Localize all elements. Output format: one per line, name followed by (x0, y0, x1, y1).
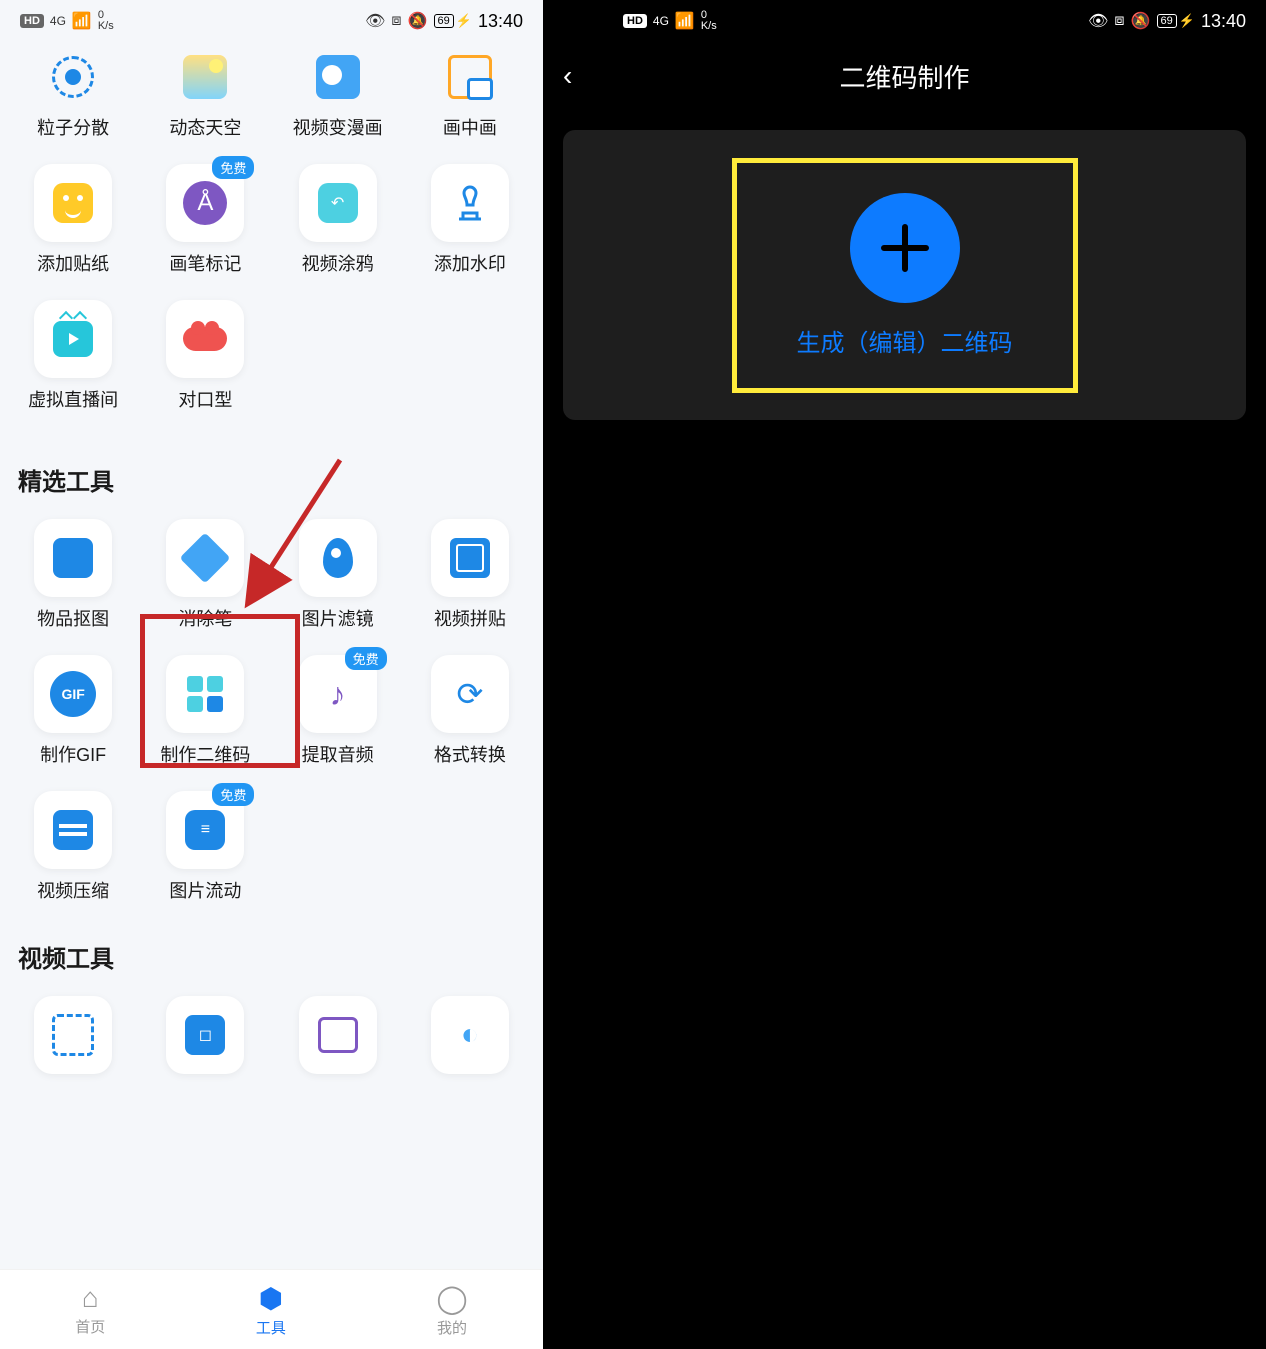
app-virtual-live[interactable]: 虚拟直播间 (14, 300, 132, 412)
clock: 13:40 (1201, 11, 1246, 32)
app-add-sticker[interactable]: 添加贴纸 (14, 164, 132, 276)
brush-icon: Å (183, 181, 227, 225)
live-icon (53, 321, 93, 357)
app-image-filter[interactable]: 图片滤镜 (279, 519, 397, 631)
eye-icon: 👁 (365, 11, 385, 31)
particle-icon (52, 56, 94, 98)
app-video-compress[interactable]: 视频压缩 (14, 791, 132, 903)
tools-row-2: 添加贴纸 Å 免费 画笔标记 ↶ 视频涂鸦 添加水印 (14, 164, 529, 276)
network-label: 4G (653, 14, 669, 28)
featured-row-1: 物品抠图 消除笔 图片滤镜 视频拼贴 (14, 519, 529, 631)
home-icon: ⌂ (82, 1282, 99, 1314)
collage-icon (450, 538, 490, 578)
left-phone-screen: HD 4G 📶 0K/s 👁 ⧈ 🔕 69⚡ 13:40 粒子分散 (0, 0, 543, 1349)
status-bar-right: HD 4G 📶 0K/s 👁 ⧈ 🔕 69⚡ 13:40 (543, 0, 1266, 42)
back-button[interactable]: ‹ (563, 60, 603, 92)
app-video-tool-1[interactable] (14, 996, 132, 1074)
battery-indicator: 69⚡ (434, 13, 472, 29)
sky-icon (183, 55, 227, 99)
eye-icon: 👁 (1088, 11, 1108, 31)
cutout-icon (53, 538, 93, 578)
nav-profile[interactable]: ◯ 我的 (436, 1282, 467, 1338)
app-video-collage[interactable]: 视频拼贴 (411, 519, 529, 631)
free-badge: 免费 (212, 156, 254, 179)
hd-badge: HD (623, 14, 647, 28)
convert-icon: ⟳ (450, 674, 490, 714)
tv-icon (318, 1017, 358, 1053)
lips-icon (183, 327, 227, 351)
app-object-cutout[interactable]: 物品抠图 (14, 519, 132, 631)
plus-circle-icon (850, 193, 960, 303)
speed-indicator: 0K/s (98, 10, 114, 32)
paint-icon: ◐ (452, 1015, 488, 1055)
page-header: ‹ 二维码制作 (543, 42, 1266, 110)
tools-icon: ⬢ (259, 1282, 283, 1315)
battery-indicator: 69⚡ (1157, 13, 1195, 29)
clock: 13:40 (478, 11, 523, 32)
app-image-flow[interactable]: ≡ 免费 图片流动 (146, 791, 264, 903)
app-format-convert[interactable]: ⟳ 格式转换 (411, 655, 529, 767)
bluetooth-icon: ⧈ (1114, 12, 1124, 30)
video-tools-row: ◻ ◐ (14, 996, 529, 1074)
network-label: 4G (50, 14, 66, 28)
free-badge: 免费 (212, 783, 254, 806)
mute-icon: 🔕 (1131, 11, 1151, 31)
app-video-to-comic[interactable]: 视频变漫画 (279, 48, 397, 140)
app-picture-in-picture[interactable]: 画中画 (411, 48, 529, 140)
create-qr-button[interactable]: 生成（编辑）二维码 (732, 158, 1078, 393)
qr-card: 生成（编辑）二维码 (563, 130, 1246, 420)
page-title: 二维码制作 (603, 58, 1206, 95)
right-phone-screen: HD 4G 📶 0K/s 👁 ⧈ 🔕 69⚡ 13:40 ‹ 二维码制作 (543, 0, 1266, 1349)
gif-icon: GIF (50, 671, 96, 717)
compress-icon (53, 810, 93, 850)
flow-icon: ≡ (185, 810, 225, 850)
status-bar-left: HD 4G 📶 0K/s 👁 ⧈ 🔕 69⚡ 13:40 (0, 0, 543, 42)
pip-icon (448, 55, 492, 99)
mute-icon: 🔕 (408, 11, 428, 31)
music-icon: ♪ (318, 674, 358, 714)
app-video-tool-4[interactable]: ◐ (411, 996, 529, 1074)
app-extract-audio[interactable]: ♪ 免费 提取音频 (279, 655, 397, 767)
crop-icon: ◻ (185, 1015, 225, 1055)
featured-row-3: 视频压缩 ≡ 免费 图片流动 (14, 791, 529, 903)
profile-icon: ◯ (436, 1282, 467, 1315)
doodle-icon: ↶ (318, 183, 358, 223)
section-title-video: 视频工具 (18, 939, 529, 974)
comic-icon (316, 55, 360, 99)
app-video-doodle[interactable]: ↶ 视频涂鸦 (279, 164, 397, 276)
nav-home[interactable]: ⌂ 首页 (75, 1282, 105, 1337)
qrcode-icon (187, 676, 223, 712)
app-lip-sync[interactable]: 对口型 (146, 300, 264, 412)
signal-icon: 📶 (675, 11, 695, 31)
app-make-qrcode[interactable]: 制作二维码 (146, 655, 264, 767)
bluetooth-icon: ⧈ (391, 12, 401, 30)
app-video-tool-2[interactable]: ◻ (146, 996, 264, 1074)
create-qr-label: 生成（编辑）二维码 (797, 323, 1013, 358)
filter-icon (323, 538, 353, 578)
section-title-featured: 精选工具 (18, 462, 529, 497)
hd-badge: HD (20, 14, 44, 28)
bottom-nav: ⌂ 首页 ⬢ 工具 ◯ 我的 (0, 1269, 543, 1349)
tools-row-3: 虚拟直播间 对口型 (14, 300, 529, 412)
eraser-icon (180, 533, 231, 584)
speed-indicator: 0K/s (701, 10, 717, 32)
app-video-tool-3[interactable] (279, 996, 397, 1074)
app-eraser[interactable]: 消除笔 (146, 519, 264, 631)
video-tool-icon-1 (52, 1014, 94, 1056)
tools-row-1: 粒子分散 动态天空 视频变漫画 画中画 (14, 42, 529, 140)
free-badge: 免费 (345, 647, 387, 670)
nav-tools[interactable]: ⬢ 工具 (256, 1282, 286, 1338)
sticker-icon (53, 183, 93, 223)
app-dynamic-sky[interactable]: 动态天空 (146, 48, 264, 140)
featured-row-2: GIF 制作GIF 制作二维码 ♪ 免费 提取音频 ⟳ 格式转换 (14, 655, 529, 767)
app-particle-disperse[interactable]: 粒子分散 (14, 48, 132, 140)
app-brush-mark[interactable]: Å 免费 画笔标记 (146, 164, 264, 276)
signal-icon: 📶 (72, 11, 92, 31)
app-make-gif[interactable]: GIF 制作GIF (14, 655, 132, 767)
stamp-icon (450, 183, 490, 223)
app-add-watermark[interactable]: 添加水印 (411, 164, 529, 276)
